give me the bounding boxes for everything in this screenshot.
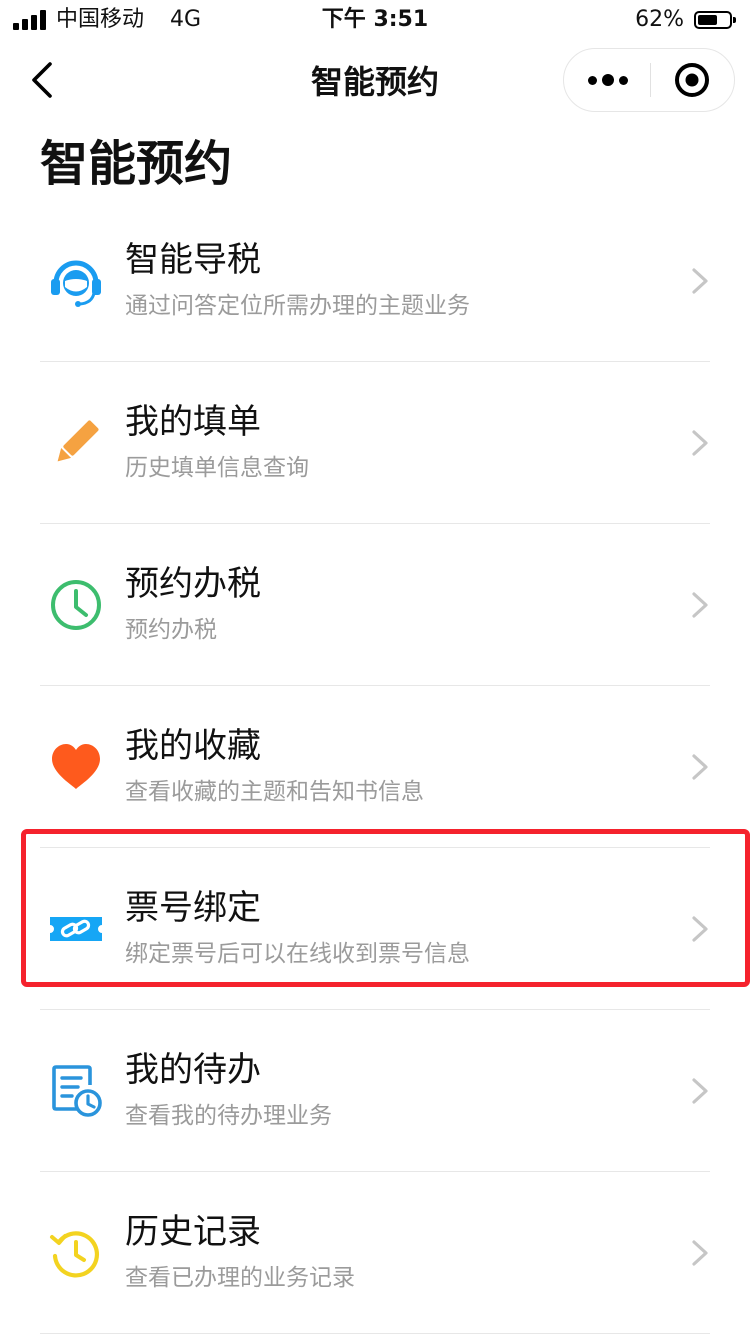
item-description: 查看收藏的主题和告知书信息 [125, 779, 424, 805]
list-item-history[interactable]: 历史记录 查看已办理的业务记录 [0, 1172, 750, 1334]
feature-list: 智能导税 通过问答定位所需办理的主题业务 我的填单 历史填单信息查询 预约办税 … [0, 200, 750, 1334]
pencil-icon [57, 420, 99, 462]
battery-percentage: 62% [635, 7, 684, 32]
status-bar: 中国移动 4G 下午 3:51 62% [0, 0, 750, 42]
item-title: 票号绑定 [125, 888, 261, 928]
customer-service-icon [51, 260, 101, 307]
clock-icon [51, 580, 101, 630]
item-title: 我的收藏 [125, 726, 261, 766]
chevron-right-icon [692, 754, 708, 780]
history-clock-icon [50, 1231, 100, 1278]
item-title: 我的填单 [125, 402, 261, 442]
target-circle-icon [675, 63, 709, 97]
list-item-smart-tax-guide[interactable]: 智能导税 通过问答定位所需办理的主题业务 [0, 200, 750, 362]
item-description: 绑定票号后可以在线收到票号信息 [125, 941, 470, 967]
chevron-right-icon [692, 1078, 708, 1104]
nav-bar: 智能预约 [0, 42, 750, 122]
item-title: 历史记录 [125, 1212, 261, 1252]
list-item-ticket-binding[interactable]: 票号绑定 绑定票号后可以在线收到票号信息 [0, 829, 750, 1010]
item-description: 查看我的待办理业务 [125, 1103, 332, 1129]
item-description: 历史填单信息查询 [125, 455, 309, 481]
chevron-right-icon [692, 916, 708, 942]
chevron-right-icon [692, 430, 708, 456]
item-description: 查看已办理的业务记录 [125, 1265, 355, 1291]
item-title: 预约办税 [125, 564, 261, 604]
list-item-book-tax-service[interactable]: 预约办税 预约办税 [0, 524, 750, 686]
item-description: 预约办税 [125, 617, 217, 643]
back-button[interactable] [24, 60, 64, 100]
list-item-my-todos[interactable]: 我的待办 查看我的待办理业务 [0, 1010, 750, 1172]
chevron-right-icon [692, 268, 708, 294]
list-item-my-favorites[interactable]: 我的收藏 查看收藏的主题和告知书信息 [0, 686, 750, 848]
todo-document-icon [52, 1065, 102, 1117]
list-item-my-forms[interactable]: 我的填单 历史填单信息查询 [0, 362, 750, 524]
close-mini-program-button[interactable] [651, 49, 735, 111]
item-description: 通过问答定位所需办理的主题业务 [125, 293, 470, 319]
ticket-link-icon [50, 917, 102, 941]
chevron-left-icon [32, 62, 52, 98]
page-heading: 智能预约 [40, 136, 233, 192]
item-title: 我的待办 [125, 1050, 261, 1090]
chevron-right-icon [692, 1240, 708, 1266]
heart-icon [52, 744, 100, 789]
item-title: 智能导税 [125, 240, 261, 280]
more-button[interactable] [564, 49, 650, 111]
battery-icon [694, 11, 736, 29]
chevron-right-icon [692, 592, 708, 618]
mini-program-capsule [563, 48, 735, 112]
